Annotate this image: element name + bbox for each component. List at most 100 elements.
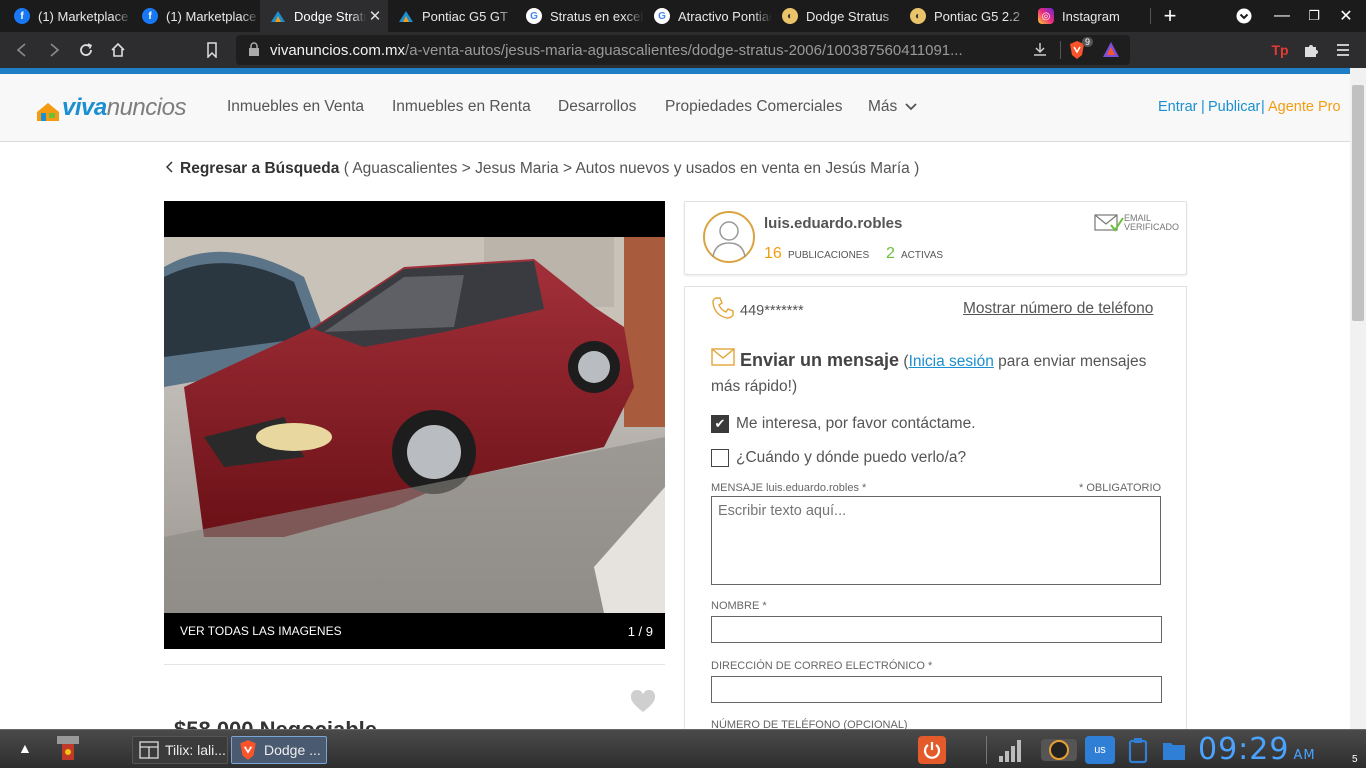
tab-title: (1) Marketplace bbox=[166, 8, 257, 24]
seller-avatar[interactable] bbox=[703, 211, 755, 263]
gallery-divider bbox=[164, 664, 665, 665]
nav-mas[interactable]: Más bbox=[868, 98, 917, 116]
interest-checkbox-label[interactable]: Me interesa, por favor contáctame. bbox=[736, 415, 976, 433]
nav-inmuebles-venta[interactable]: Inmuebles en Venta bbox=[227, 98, 364, 116]
nav-mas-label: Más bbox=[868, 98, 898, 115]
taskbar-item-title: Dodge ... bbox=[264, 742, 321, 758]
download-icon[interactable] bbox=[1032, 41, 1048, 61]
bookmark-icon[interactable] bbox=[200, 38, 224, 62]
tab-title: Instagram bbox=[1062, 8, 1120, 24]
tab-pontiac-g5[interactable]: Pontiac G5 GT bbox=[388, 0, 516, 32]
login-link[interactable]: Entrar bbox=[1158, 99, 1198, 115]
facebook-icon: f bbox=[14, 8, 30, 24]
reload-icon[interactable] bbox=[74, 38, 98, 62]
close-window-icon[interactable]: ✕ bbox=[1334, 4, 1358, 28]
account-divider: | bbox=[1201, 99, 1205, 115]
email-verified-line2: VERIFICADO bbox=[1124, 222, 1180, 232]
taskbar-item-brave[interactable]: Dodge ... bbox=[231, 736, 327, 764]
clock-ampm: AM bbox=[1293, 748, 1316, 763]
nav-inmuebles-renta[interactable]: Inmuebles en Renta bbox=[392, 98, 531, 116]
minimize-window-icon[interactable]: — bbox=[1270, 4, 1294, 28]
forward-arrow-icon[interactable] bbox=[42, 38, 66, 62]
translate-extension-icon[interactable]: Tp bbox=[1268, 38, 1292, 62]
user-silhouette-icon bbox=[712, 221, 746, 258]
keyboard-layout-indicator[interactable]: us bbox=[1085, 736, 1115, 764]
show-phone-link[interactable]: Mostrar número de teléfono bbox=[963, 300, 1153, 318]
apps-launcher-icon[interactable] bbox=[54, 734, 82, 764]
power-button-icon[interactable] bbox=[918, 736, 946, 764]
new-tab-button[interactable]: + bbox=[1158, 3, 1182, 28]
network-signal-icon[interactable] bbox=[996, 736, 1024, 764]
nav-desarrollos[interactable]: Desarrollos bbox=[558, 98, 636, 116]
tab-title: (1) Marketplace bbox=[38, 8, 129, 24]
message-heading: Enviar un mensaje (Inicia sesión para en… bbox=[711, 348, 1163, 399]
favorite-heart-icon[interactable] bbox=[630, 689, 656, 719]
extensions-puzzle-icon[interactable] bbox=[1299, 38, 1323, 62]
when-where-checkbox-label[interactable]: ¿Cuándo y dónde puedo verlo/a? bbox=[736, 449, 966, 467]
taskbar-item-title: Tilix: lali... bbox=[165, 742, 226, 758]
segundamano-icon: ◐ bbox=[782, 8, 798, 24]
back-arrow-icon[interactable] bbox=[10, 38, 34, 62]
tab-title: Dodge Stratus bbox=[806, 8, 890, 24]
login-link[interactable]: Inicia sesión bbox=[909, 353, 994, 370]
media-player-icon[interactable] bbox=[1040, 736, 1078, 764]
file-manager-icon[interactable] bbox=[1160, 736, 1188, 764]
view-all-images-link[interactable]: VER TODAS LAS IMAGENES bbox=[180, 624, 342, 638]
brave-rewards-icon[interactable] bbox=[1102, 41, 1120, 63]
facebook-icon: f bbox=[142, 8, 158, 24]
vivanuncios-icon bbox=[270, 8, 286, 24]
email-verified-label: EMAIL VERIFICADO bbox=[1124, 214, 1179, 232]
tab-instagram[interactable]: ◎ Instagram bbox=[1028, 0, 1148, 32]
message-label: MENSAJE luis.eduardo.robles * bbox=[711, 482, 867, 494]
name-field[interactable] bbox=[711, 616, 1162, 643]
scrollbar-thumb[interactable] bbox=[1352, 85, 1364, 321]
tab-separator bbox=[1150, 8, 1151, 24]
logo-house-icon bbox=[37, 103, 59, 121]
when-where-checkbox[interactable] bbox=[711, 449, 729, 467]
tab-dodge-stratus-2[interactable]: ◐ Dodge Stratus bbox=[772, 0, 900, 32]
clock-time: 09:29 bbox=[1198, 732, 1290, 767]
email-field[interactable] bbox=[711, 676, 1162, 703]
tab-title: Pontiac G5 GT bbox=[422, 8, 508, 24]
close-tab-icon[interactable]: ✕ bbox=[366, 7, 384, 25]
interest-checkbox[interactable]: ✔ bbox=[711, 415, 729, 433]
tab-pontiac-g5-22[interactable]: ◐ Pontiac G5 2.2 bbox=[900, 0, 1028, 32]
tab-dodge-stratus-active[interactable]: Dodge Stratus ✕ bbox=[260, 0, 388, 32]
tab-search-chevron-icon[interactable] bbox=[1232, 4, 1256, 28]
tab-stratus-excelente[interactable]: G Stratus en excelente bbox=[516, 0, 644, 32]
publications-count: 16 bbox=[764, 245, 782, 262]
breadcrumb-close-paren: ) bbox=[914, 160, 920, 177]
publish-link[interactable]: Publicar bbox=[1208, 99, 1260, 115]
clipboard-icon[interactable] bbox=[1124, 736, 1152, 764]
breadcrumb-open-paren: ( bbox=[343, 160, 349, 177]
masked-phone: 449******* bbox=[740, 303, 804, 319]
home-icon[interactable] bbox=[106, 38, 130, 62]
tab-atractivo-pontiac[interactable]: G Atractivo Pontiac bbox=[644, 0, 772, 32]
browser-tab-strip: f (1) Marketplace f (1) Marketplace Dodg… bbox=[0, 0, 1366, 32]
address-bar[interactable]: vivanuncios.com.mx/a-venta-autos/jesus-m… bbox=[236, 35, 1130, 65]
back-to-search-link[interactable]: Regresar a Búsqueda bbox=[180, 160, 339, 177]
clock[interactable]: 09:29 AM bbox=[1198, 732, 1316, 767]
nav-propiedades-comerciales[interactable]: Propiedades Comerciales bbox=[665, 98, 842, 116]
tab-title: Pontiac G5 2.2 bbox=[934, 8, 1020, 24]
breadcrumb: Regresar a Búsqueda ( Aguascalientes > J… bbox=[165, 160, 920, 178]
message-textarea[interactable] bbox=[711, 496, 1161, 585]
listing-photo-gallery[interactable]: VER TODAS LAS IMAGENES 1 / 9 bbox=[164, 201, 665, 649]
show-panel-arrow-icon[interactable]: ▲ bbox=[18, 740, 32, 756]
vivanuncios-logo[interactable]: viva nuncios bbox=[36, 92, 186, 122]
name-label: NOMBRE * bbox=[711, 600, 767, 612]
desktop-taskbar: ▲ Tilix: lali... Dodge ... us 09:29 AM 5 bbox=[0, 729, 1366, 768]
workspace-number[interactable]: 5 bbox=[1352, 754, 1358, 765]
agente-pro-link[interactable]: Agente Pro bbox=[1268, 99, 1341, 115]
tab-marketplace-2[interactable]: f (1) Marketplace bbox=[132, 0, 260, 32]
breadcrumb-path[interactable]: Aguascalientes > Jesus Maria > Autos nue… bbox=[352, 160, 909, 177]
message-title: Enviar un mensaje bbox=[740, 350, 900, 370]
tab-marketplace-1[interactable]: f (1) Marketplace bbox=[4, 0, 132, 32]
taskbar-item-tilix[interactable]: Tilix: lali... bbox=[132, 736, 228, 764]
menu-hamburger-icon[interactable] bbox=[1331, 38, 1355, 62]
terminal-icon bbox=[139, 741, 159, 759]
car-photo[interactable] bbox=[164, 237, 665, 613]
seller-name[interactable]: luis.eduardo.robles bbox=[764, 215, 902, 232]
restore-window-icon[interactable]: ❐ bbox=[1302, 4, 1326, 28]
chevron-down-icon bbox=[904, 103, 917, 111]
